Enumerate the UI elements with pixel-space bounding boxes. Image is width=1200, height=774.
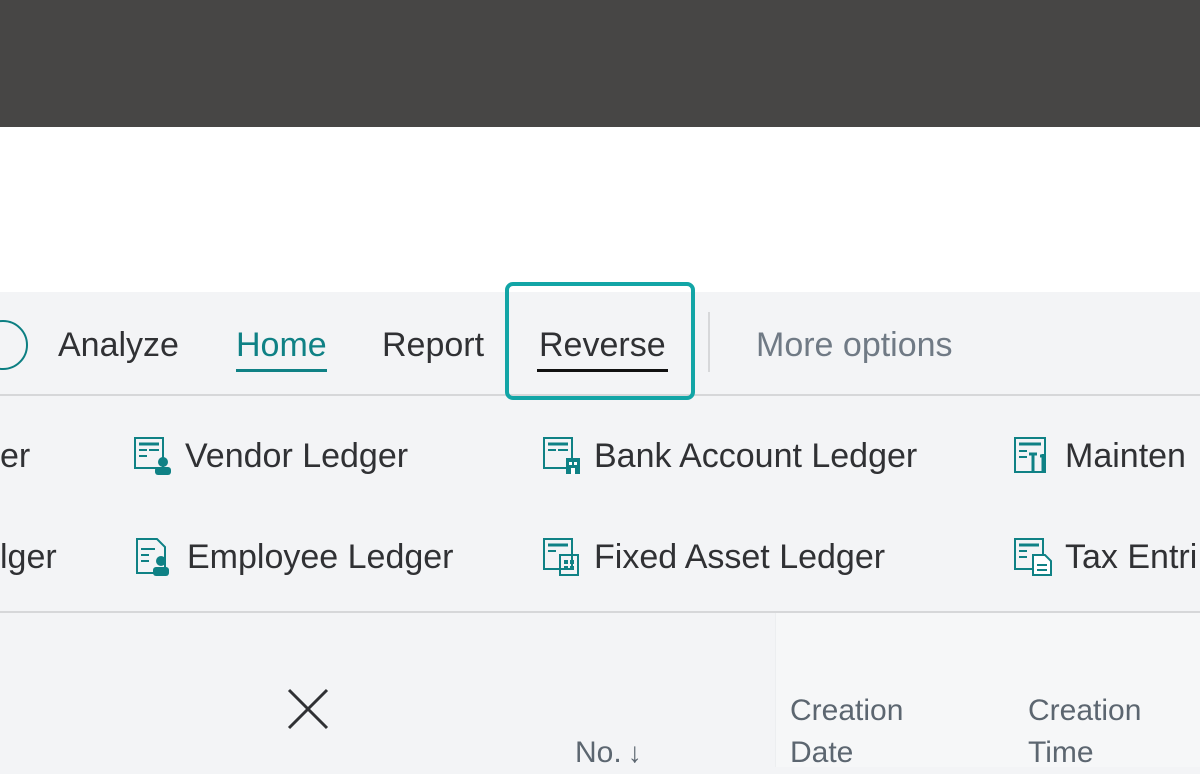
tax-entries-icon xyxy=(1013,535,1053,579)
ledger-label: Fixed Asset Ledger xyxy=(594,538,886,576)
employee-ledger-icon xyxy=(135,535,175,579)
column-header-label: Creation xyxy=(1028,694,1142,727)
ledger-label: Mainten xyxy=(1065,437,1186,475)
column-header-no[interactable]: No. ↓ xyxy=(575,732,642,774)
close-icon[interactable] xyxy=(285,686,331,732)
fixed-asset-ledger-button[interactable]: Fixed Asset Ledger xyxy=(542,535,885,579)
column-header-label: Date xyxy=(790,736,854,769)
vendor-ledger-button[interactable]: Vendor Ledger xyxy=(133,434,408,478)
ledger-label: Vendor Ledger xyxy=(185,437,409,475)
vendor-ledger-icon xyxy=(133,434,173,478)
page-header-area xyxy=(0,127,1200,292)
maintenance-ledger-icon xyxy=(1013,434,1053,478)
highlight-box xyxy=(505,282,695,400)
tab-home[interactable]: Home xyxy=(236,322,327,372)
ledger-label: er xyxy=(0,437,31,475)
column-header-label: Time xyxy=(1028,736,1094,769)
more-options-button[interactable]: More options xyxy=(756,322,953,368)
ledger-action-row1-partial[interactable]: er xyxy=(0,434,30,478)
bank-account-ledger-icon xyxy=(542,434,582,478)
sort-descending-icon: ↓ xyxy=(627,737,642,768)
ledger-label: Bank Account Ledger xyxy=(594,437,918,475)
app-top-bar xyxy=(0,0,1200,127)
column-header-no-label: No. xyxy=(575,736,622,769)
tab-divider xyxy=(708,312,710,372)
tab-report[interactable]: Report xyxy=(382,322,484,368)
ledger-label: lger xyxy=(0,538,57,576)
maintenance-ledger-button[interactable]: Mainten xyxy=(1013,434,1186,478)
column-header-label: Creation xyxy=(790,694,904,727)
ledger-action-row2-partial[interactable]: lger xyxy=(0,535,57,579)
ledger-label: Tax Entri xyxy=(1065,538,1198,576)
tax-entries-button[interactable]: Tax Entri xyxy=(1013,535,1197,579)
column-header-creation-date[interactable]: Creation Date xyxy=(790,690,903,774)
fixed-asset-ledger-icon xyxy=(542,535,582,579)
bank-account-ledger-button[interactable]: Bank Account Ledger xyxy=(542,434,917,478)
column-header-creation-time[interactable]: Creation Time xyxy=(1028,690,1141,774)
tab-analyze[interactable]: Analyze xyxy=(58,322,179,368)
ledger-label: Employee Ledger xyxy=(187,538,454,576)
employee-ledger-button[interactable]: Employee Ledger xyxy=(135,535,454,579)
